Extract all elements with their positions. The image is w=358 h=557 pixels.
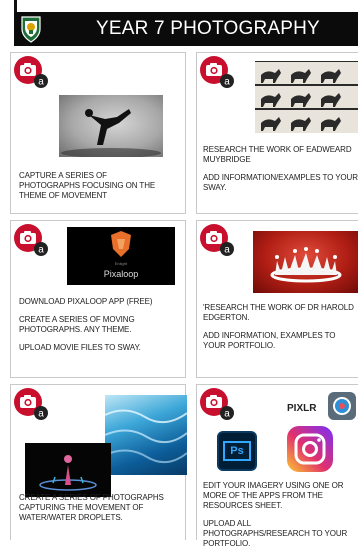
card-4-text: 'RESEARCH THE WORK OF DR HAROLD EDGERTON…: [203, 303, 358, 359]
page-title: YEAR 7 PHOTOGRAPHY: [96, 18, 320, 39]
camera-app-icon: [200, 224, 234, 256]
instagram-app-icon: [287, 426, 333, 472]
milk-drop-crown-photo: [253, 231, 358, 293]
photoshop-app-icon: Ps: [219, 433, 255, 469]
card-3-line-2: CREATE A SERIES OF MOVING PHOTOGRAPHS. A…: [19, 315, 135, 334]
card-3-text: DOWNLOAD PIXALOOP APP (FREE) CREATE A SE…: [19, 297, 183, 361]
task-card-5: CREATE A SERIES OF PHOTOGRAPHS CAPTURING…: [10, 384, 187, 540]
card-4-line-2: ADD INFORMATION, EXAMPLES TO YOUR PORTFO…: [203, 331, 336, 350]
camera-app-icon: [200, 388, 234, 420]
muybridge-horse-sequence: [255, 61, 358, 133]
card-2-line-1: RESEARCH THE WORK OF EADWEARD MUYBRIDGE: [203, 145, 352, 164]
water-ripple-photo: [105, 395, 187, 475]
camera-app-icon: [14, 388, 48, 420]
pixlr-app-icon: [328, 392, 356, 420]
school-crest-icon: [21, 16, 41, 43]
task-card-4: 'RESEARCH THE WORK OF DR HAROLD EDGERTON…: [196, 220, 358, 378]
task-card-2: RESEARCH THE WORK OF EADWEARD MUYBRIDGE …: [196, 52, 358, 214]
card-3-line-3: UPLOAD MOVIE FILES TO SWAY.: [19, 343, 141, 352]
pixaloop-brand: Enlight: [115, 261, 128, 266]
card-3-line-1: DOWNLOAD PIXALOOP APP (FREE): [19, 297, 153, 306]
card-5-text: CREATE A SERIES OF PHOTOGRAPHS CAPTURING…: [19, 493, 183, 531]
movement-photo: [59, 95, 163, 157]
card-6-text: EDIT YOUR IMAGERY USING ONE OR MORE OF T…: [203, 481, 358, 557]
task-card-1: CAPTURE A SERIES OF PHOTOGRAPHS FOCUSING…: [10, 52, 186, 214]
pixlr-label: PIXLR: [287, 403, 317, 414]
card-6-line-1: EDIT YOUR IMAGERY USING ONE OR MORE OF T…: [203, 481, 344, 510]
task-card-3: Enlight Pixaloop DOWNLOAD PIXALOOP APP (…: [10, 220, 186, 378]
pixaloop-label: Pixaloop: [103, 269, 139, 279]
card-2-line-2: ADD INFORMATION/EXAMPLES TO YOUR SWAY.: [203, 173, 358, 192]
card-1-text: CAPTURE A SERIES OF PHOTOGRAPHS FOCUSING…: [19, 171, 169, 209]
photoshop-icon-label: Ps: [223, 441, 251, 461]
task-card-6: PIXLR Ps EDIT YOUR IMAGERY USING ONE OR …: [196, 384, 358, 548]
camera-app-icon: [14, 224, 48, 256]
camera-app-icon: [14, 56, 48, 88]
water-droplet-photo: [25, 443, 111, 497]
card-6-line-2: UPLOAD ALL PHOTOGRAPHS/RESEARCH TO YOUR …: [203, 519, 348, 548]
camera-app-icon: [200, 56, 234, 88]
card-2-text: RESEARCH THE WORK OF EADWEARD MUYBRIDGE …: [203, 145, 358, 201]
card-1-line-1: CAPTURE A SERIES OF PHOTOGRAPHS FOCUSING…: [19, 171, 156, 200]
card-4-line-1: 'RESEARCH THE WORK OF DR HAROLD EDGERTON…: [203, 303, 354, 322]
pixaloop-app-logo: Enlight Pixaloop: [67, 227, 175, 285]
card-5-line-1: CREATE A SERIES OF PHOTOGRAPHS CAPTURING…: [19, 493, 164, 522]
